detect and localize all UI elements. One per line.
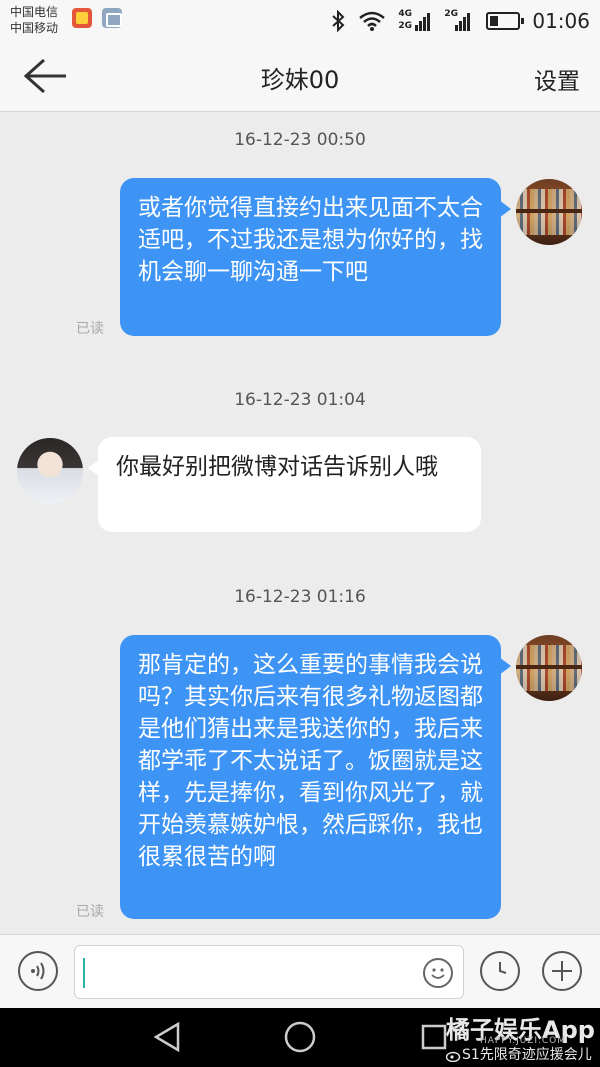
battery-icon — [486, 12, 525, 30]
status-time: 01:06 — [532, 9, 590, 33]
contact-avatar[interactable] — [17, 438, 83, 504]
outgoing-message-bubble[interactable]: 那肯定的，这么重要的事情我会说吗？其实你后来有很多礼物返图都是他们猜出来是我送你… — [120, 635, 511, 919]
outgoing-message-bubble[interactable]: 或者你觉得直接约出来见面不太合适吧，不过我还是想为你好的，找机会聊一聊沟通一下吧 — [120, 178, 511, 336]
carrier-2: 中国移动 — [10, 21, 59, 35]
my-avatar[interactable] — [516, 179, 582, 245]
message-textbox[interactable] — [74, 945, 464, 999]
wifi-icon — [359, 11, 386, 31]
clock-icon — [499, 962, 507, 974]
carrier-labels: 中国电信 中国移动 — [10, 4, 58, 36]
message-timestamp: 16-12-23 01:16 — [234, 587, 366, 607]
signal-4g-icon: 4G 2G — [398, 9, 432, 33]
nav-recents-icon[interactable] — [420, 1023, 448, 1051]
chat-title: 珍妹00 — [260, 66, 340, 94]
plus-icon — [552, 961, 572, 981]
signal-2g-icon: 2G — [444, 9, 474, 33]
gallery-notification-icon — [102, 8, 122, 28]
carrier-1: 中国电信 — [10, 5, 59, 19]
my-avatar[interactable] — [516, 635, 582, 701]
incoming-message-bubble[interactable]: 你最好别把微博对话告诉别人哦 — [88, 437, 481, 532]
message-timestamp: 16-12-23 01:04 — [234, 390, 366, 410]
emoji-icon[interactable] — [423, 958, 453, 988]
status-bar: 中国电信 中国移动 4G 2G 2G 01:06 — [0, 0, 600, 42]
more-options-button[interactable] — [542, 951, 582, 991]
voice-input-button[interactable] — [18, 951, 58, 991]
battery-level — [490, 16, 499, 26]
weibo-icon — [445, 1051, 461, 1063]
notification-app-icon — [72, 8, 92, 28]
bluetooth-icon — [332, 10, 345, 32]
nav-back-icon[interactable] — [152, 1021, 182, 1053]
net-type-top: 4G — [398, 9, 413, 19]
net-type-bottom: 2G — [398, 21, 413, 31]
chat-header: 珍妹00 设置 — [0, 42, 600, 112]
voice-wave-icon — [31, 962, 45, 980]
settings-button[interactable]: 设置 — [534, 62, 580, 96]
watermark-weibo: S1先限奇迹应援会儿 — [445, 1044, 592, 1064]
read-status: 已读 — [76, 321, 104, 337]
message-timestamp: 16-12-23 00:50 — [234, 130, 366, 150]
nav-home-icon[interactable] — [283, 1020, 317, 1054]
message-input-bar — [0, 934, 600, 1008]
schedule-button[interactable] — [480, 951, 520, 991]
watermark-weibo-text: S1先限奇迹应援会儿 — [462, 1047, 592, 1063]
read-status: 已读 — [76, 904, 104, 920]
message-input[interactable] — [81, 952, 411, 992]
